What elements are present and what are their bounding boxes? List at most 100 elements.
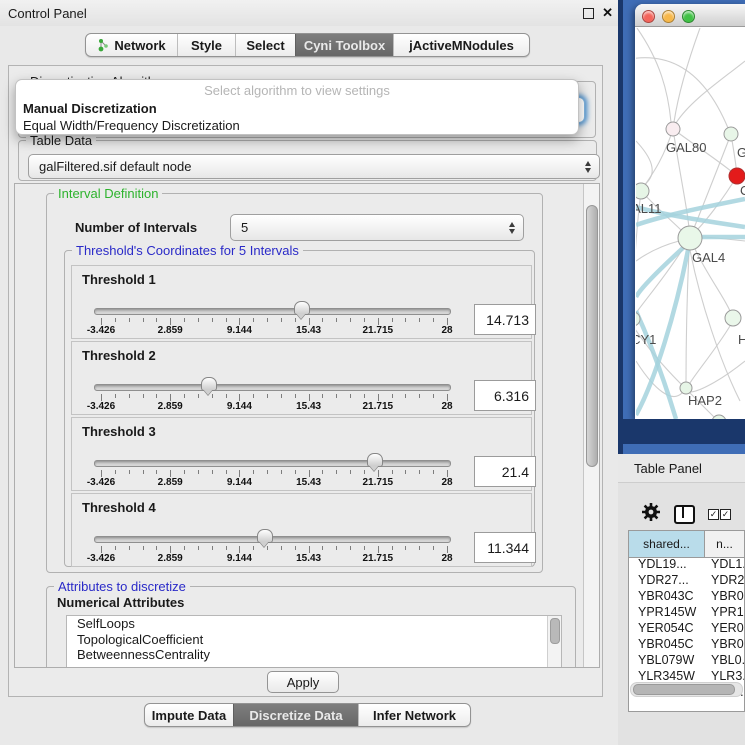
slider-track[interactable] [94, 308, 451, 315]
tab-network[interactable]: Network [86, 34, 177, 56]
dropdown-option-manual[interactable]: Manual Discretization [23, 101, 157, 116]
dropdown-prompt: Select algorithm to view settings [16, 83, 578, 98]
slider-tick-label: 9.144 [227, 401, 252, 412]
slider-thumb[interactable] [257, 529, 273, 543]
slider-tick-label: 28 [441, 401, 452, 412]
attribute-list-item[interactable]: SelfLoops [67, 616, 561, 632]
slider-thumb[interactable] [294, 301, 310, 315]
attribute-list-item[interactable]: BetweennessCentrality [67, 647, 561, 663]
checkbox-icon[interactable]: ✓ [708, 509, 719, 520]
scrollbar-thumb[interactable] [586, 205, 598, 467]
slider-tick [226, 318, 227, 322]
cell-shared-name: YBL079W [629, 653, 705, 669]
slider-track[interactable] [94, 460, 451, 467]
gear-icon[interactable] [640, 501, 662, 523]
slider-tick [322, 546, 323, 550]
table-row[interactable]: YDL19...YDL1... [629, 557, 744, 573]
slider-tick-label: 9.144 [227, 477, 252, 488]
threshold-value-field[interactable]: 11.344 [474, 532, 536, 563]
tab-style[interactable]: Style [177, 34, 235, 56]
tab-infer-network[interactable]: Infer Network [358, 704, 470, 726]
table-row[interactable]: YPR145WYPR1... [629, 605, 744, 621]
tab-select[interactable]: Select [235, 34, 295, 56]
control-panel-titlebar: Control Panel ✕ [0, 0, 620, 26]
cyni-mode-tab-bar: Impute DataDiscretize Data Infer Network [144, 703, 471, 727]
combo-arrows-icon [509, 222, 515, 234]
slider-tick [281, 470, 282, 474]
network-node-ga[interactable] [724, 127, 738, 141]
tab-impute-data[interactable]: Impute Data [145, 704, 233, 726]
interval-definition-group-title: Interval Definition [54, 186, 162, 201]
network-edge [690, 326, 730, 383]
scrollbar-thumb[interactable] [550, 618, 560, 644]
tab-jactivemnodules[interactable]: jActiveMNodules [393, 34, 529, 56]
slider-tick [129, 470, 130, 474]
checkbox-icon[interactable]: ✓ [720, 509, 731, 520]
network-edge [636, 247, 684, 297]
dropdown-option-equal-width[interactable]: Equal Width/Frequency Discretization [23, 118, 240, 133]
slider-thumb[interactable] [201, 377, 217, 391]
threshold-value-field[interactable]: 14.713 [474, 304, 536, 335]
slider-tick [364, 318, 365, 322]
network-node-c[interactable] [729, 168, 745, 184]
scrollbar-thumb[interactable] [633, 684, 735, 695]
network-node-gal4[interactable] [678, 226, 702, 250]
table-data-combobox[interactable]: galFiltered.sif default node [28, 154, 600, 179]
mac-close-button[interactable] [642, 10, 655, 23]
slider-tick [322, 394, 323, 398]
slider-tick [129, 546, 130, 550]
slider-tick-label: 21.715 [363, 477, 394, 488]
number-of-intervals-combobox[interactable]: 5 [230, 214, 524, 241]
threshold-value-field[interactable]: 21.4 [474, 456, 536, 487]
slider-tick [170, 546, 171, 553]
float-window-icon[interactable] [583, 8, 594, 19]
slider-tick [143, 394, 144, 398]
slider-tick [143, 318, 144, 322]
close-icon[interactable]: ✕ [602, 5, 613, 21]
slider-tick [392, 546, 393, 550]
slider-tick [309, 546, 310, 553]
network-node-gal11[interactable] [636, 183, 649, 199]
attribute-list-item[interactable]: TopologicalCoefficient [67, 632, 561, 648]
table-horizontal-scrollbar[interactable] [630, 682, 743, 697]
table-row[interactable]: YBR045CYBR0... [629, 637, 744, 653]
slider-tick [226, 394, 227, 398]
tab-discretize-data[interactable]: Discretize Data [233, 704, 358, 726]
threshold-value-field[interactable]: 6.316 [474, 380, 536, 411]
tab-label: Infer Network [373, 708, 456, 723]
slider-tick [364, 394, 365, 398]
slider-tick [239, 546, 240, 553]
mac-zoom-button[interactable] [682, 10, 695, 23]
slider-tick [364, 546, 365, 550]
tab-cyni-toolbox[interactable]: Cyni Toolbox [295, 34, 393, 56]
slider-tick [198, 546, 199, 550]
table-row[interactable]: YDR27...YDR2... [629, 573, 744, 589]
column-header-shared-name[interactable]: shared... [629, 531, 705, 557]
network-node-label: GCY1 [636, 332, 656, 347]
mac-minimize-button[interactable] [662, 10, 675, 23]
column-header-name[interactable]: n... [705, 531, 744, 557]
network-node-label: GA [737, 145, 745, 160]
network-desktop-background: GAL80GACGAL11GAL4GCY1HHAP2 [618, 0, 745, 454]
slider-tick-label: 28 [441, 325, 452, 336]
network-node-gal80[interactable] [666, 122, 680, 136]
network-node-h[interactable] [725, 310, 741, 326]
settings-vertical-scrollbar[interactable] [583, 184, 599, 667]
slider-tick [281, 546, 282, 550]
slider-track[interactable] [94, 384, 451, 391]
attributes-list-scrollbar[interactable] [547, 616, 561, 668]
slider-tick-label: -3.426 [87, 477, 115, 488]
slider-tick-label: 28 [441, 553, 452, 564]
table-row[interactable]: YBL079WYBL0... [629, 653, 744, 669]
slider-tick-label: -3.426 [87, 325, 115, 336]
slider-tick [447, 394, 448, 401]
table-row[interactable]: YER054CYER0... [629, 621, 744, 637]
cell-shared-name: YER054C [629, 621, 705, 637]
network-canvas[interactable]: GAL80GACGAL11GAL4GCY1HHAP2 [636, 28, 745, 419]
apply-button[interactable]: Apply [267, 671, 339, 693]
table-row[interactable]: YBR043CYBR0... [629, 589, 744, 605]
split-columns-icon[interactable] [674, 505, 695, 524]
slider-thumb[interactable] [367, 453, 383, 467]
slider-tick [336, 546, 337, 550]
network-edge [637, 28, 671, 122]
